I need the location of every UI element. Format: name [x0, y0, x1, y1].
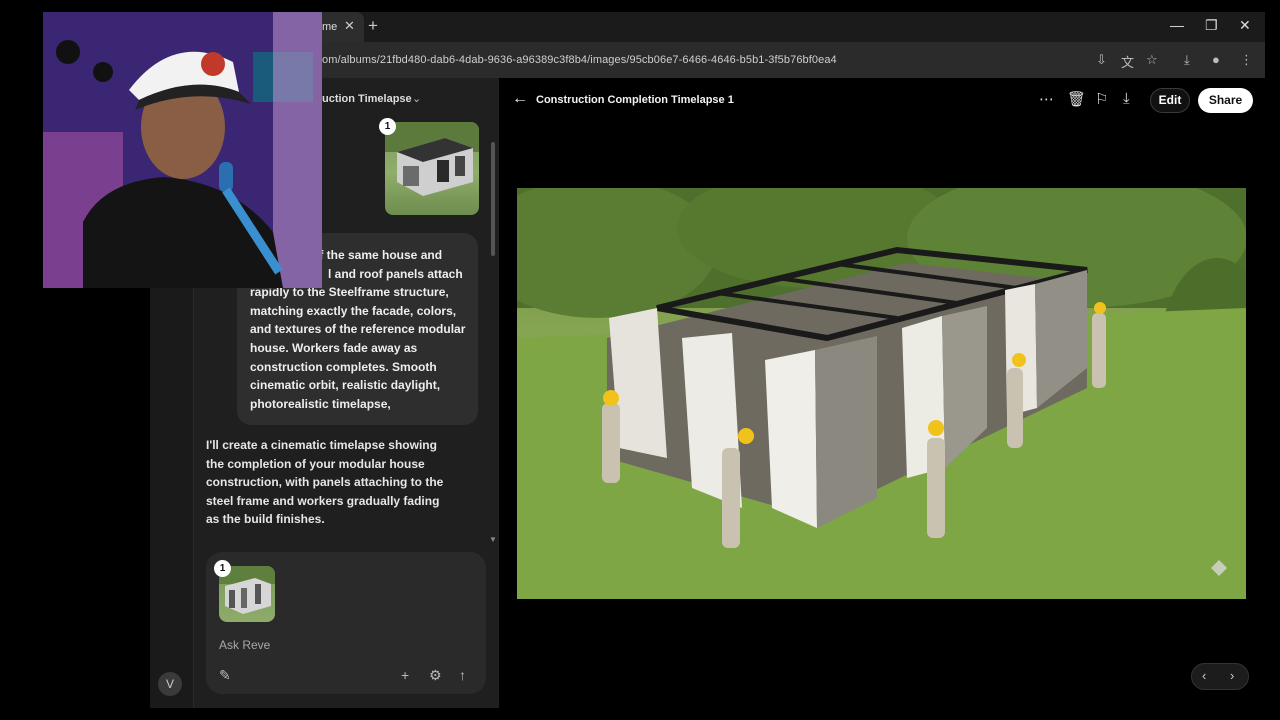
chat-scrollbar[interactable] — [491, 142, 495, 256]
generated-image[interactable] — [517, 188, 1246, 599]
downloads-icon[interactable]: ⤓ — [1184, 52, 1190, 68]
image-title: Construction Completion Timelapse 1 — [536, 94, 734, 106]
settings-sliders-icon[interactable]: ⚙ — [429, 667, 442, 684]
user-message-line: photorealistic timelapse, — [250, 396, 391, 411]
user-message-line: construction completes. Smooth — [250, 359, 437, 374]
browser-tab[interactable]: me ✕ — [322, 12, 364, 42]
assistant-message-line: construction, with panels attaching to t… — [206, 475, 444, 490]
back-arrow-icon[interactable]: ← — [512, 90, 528, 108]
reference-image-thumbnail[interactable] — [385, 122, 479, 215]
browser-chrome: me ✕ + — ❐ ✕ om/albums/21fbd480-dab6-4da… — [322, 12, 1265, 78]
url-text[interactable]: om/albums/21fbd480-dab6-4dab-9636-a96389… — [322, 54, 837, 66]
close-tab-icon[interactable]: ✕ — [344, 18, 355, 34]
webcam-overlay — [43, 12, 322, 288]
minimize-icon[interactable]: — — [1170, 17, 1184, 33]
browser-menu-icon[interactable]: ⋮ — [1240, 52, 1253, 68]
profile-icon[interactable]: ● — [1212, 52, 1220, 67]
assistant-message-line: steel frame and workers gradually fading — [206, 493, 440, 508]
translate-icon[interactable]: 文 — [1121, 52, 1134, 71]
previous-image-icon[interactable]: ‹ — [1202, 668, 1206, 683]
prompt-composer: 1 ✎ + ⚙ ↑ — [206, 552, 486, 694]
address-bar[interactable]: om/albums/21fbd480-dab6-4dab-9636-a96389… — [322, 42, 1265, 78]
next-image-icon[interactable]: › — [1230, 668, 1234, 683]
assistant-message-line: I'll create a cinematic timelapse showin… — [206, 438, 437, 452]
trash-icon[interactable]: 🗑 — [1067, 90, 1086, 108]
tab-bar: me ✕ + — ❐ ✕ — [322, 12, 1265, 42]
image-viewer: ← Construction Completion Timelapse 1 ⋯ … — [499, 78, 1265, 708]
window-close-icon[interactable]: ✕ — [1239, 17, 1251, 34]
bookmark-star-icon[interactable]: ☆ — [1146, 52, 1158, 68]
user-message-line: cinematic orbit, realistic daylight, — [250, 378, 441, 393]
share-button[interactable]: Share — [1198, 88, 1253, 113]
more-options-icon[interactable]: ⋯ — [1039, 90, 1054, 108]
edit-button[interactable]: Edit — [1150, 88, 1190, 113]
assistant-message-line: the completion of your modular house — [206, 456, 425, 471]
prompt-input[interactable] — [219, 636, 469, 654]
maximize-icon[interactable]: ❐ — [1205, 17, 1218, 34]
user-message-line: and textures of the reference modular — [250, 322, 466, 337]
image-number-badge: 1 — [214, 560, 231, 577]
user-message-line: matching exactly the facade, colors, — [250, 303, 457, 318]
chevron-down-icon[interactable]: ⌄ — [412, 92, 421, 105]
assistant-message: I'll create a cinematic timelapse showin… — [206, 436, 451, 529]
bookmark-icon[interactable]: ⚐ — [1095, 90, 1108, 108]
download-icon[interactable]: ⤓ — [1123, 90, 1130, 107]
new-tab-icon[interactable]: + — [368, 16, 378, 36]
album-title[interactable]: uction Timelapse — [322, 93, 412, 105]
scroll-down-icon[interactable]: ▼ — [489, 535, 497, 544]
assistant-message-line: as the build finishes. — [206, 512, 325, 527]
send-arrow-icon[interactable]: ↑ — [459, 667, 466, 683]
install-app-icon[interactable]: ⇩ — [1096, 52, 1107, 68]
user-message-line: house. Workers fade away as — [250, 340, 418, 355]
avatar[interactable]: V — [158, 672, 182, 696]
add-icon[interactable]: + — [401, 667, 409, 683]
image-number-badge: 1 — [379, 118, 396, 135]
image-pager: ‹ › — [1191, 663, 1249, 690]
tab-title: me — [322, 21, 338, 33]
edit-icon[interactable]: ✎ — [219, 667, 231, 684]
